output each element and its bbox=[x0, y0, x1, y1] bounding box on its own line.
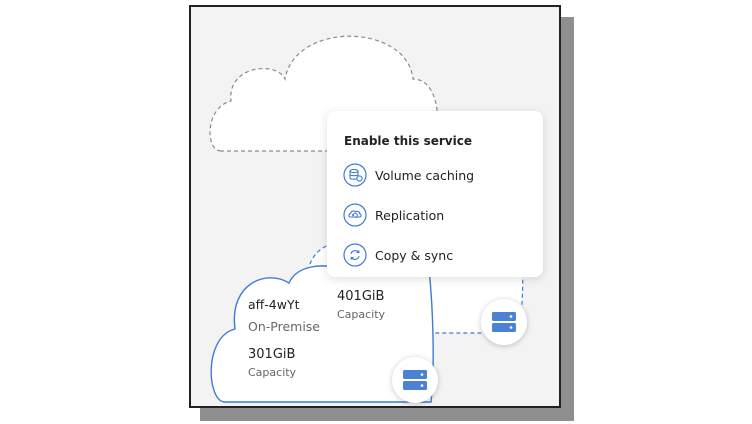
working-environment-storage-badge[interactable] bbox=[392, 357, 438, 403]
working-environment-capacity-value: 301GiB bbox=[248, 347, 296, 362]
menu-item-replication[interactable]: Replication bbox=[343, 203, 533, 229]
menu-item-copy-sync[interactable]: Copy & sync bbox=[343, 243, 533, 269]
menu-item-volume-caching[interactable]: Volume caching bbox=[343, 163, 533, 189]
canvas-frame: 401GiB Capacity aff-4wYt On-Premise 301G… bbox=[189, 5, 561, 408]
working-environment-name: aff-4wYt bbox=[248, 297, 300, 312]
working-environment-capacity-label: Capacity bbox=[248, 366, 297, 379]
cloud-target-storage-badge[interactable] bbox=[481, 299, 527, 345]
cloud-target-capacity-value: 401GiB bbox=[337, 289, 385, 304]
menu-item-label: Replication bbox=[375, 208, 445, 223]
storage-server-icon bbox=[403, 370, 427, 390]
enable-service-menu: Enable this service Volume caching Repli… bbox=[327, 111, 543, 277]
menu-title: Enable this service bbox=[344, 134, 472, 148]
storage-server-icon bbox=[492, 312, 516, 332]
working-environment-status: On-Premise bbox=[248, 319, 320, 334]
menu-item-label: Volume caching bbox=[375, 168, 475, 183]
menu-item-label: Copy & sync bbox=[375, 248, 454, 263]
replication-icon bbox=[343, 203, 367, 227]
cloud-target-capacity-label: Capacity bbox=[337, 308, 386, 321]
volume-caching-icon bbox=[343, 163, 367, 187]
copy-sync-icon bbox=[343, 243, 367, 267]
